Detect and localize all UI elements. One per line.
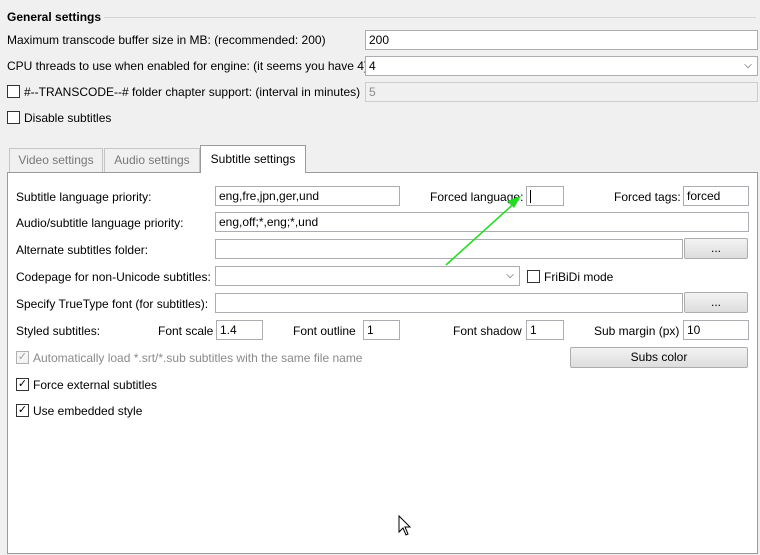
annotation-overlay bbox=[398, 196, 521, 536]
mouse-cursor-icon bbox=[398, 514, 412, 536]
green-arrow-annotation bbox=[445, 196, 521, 266]
